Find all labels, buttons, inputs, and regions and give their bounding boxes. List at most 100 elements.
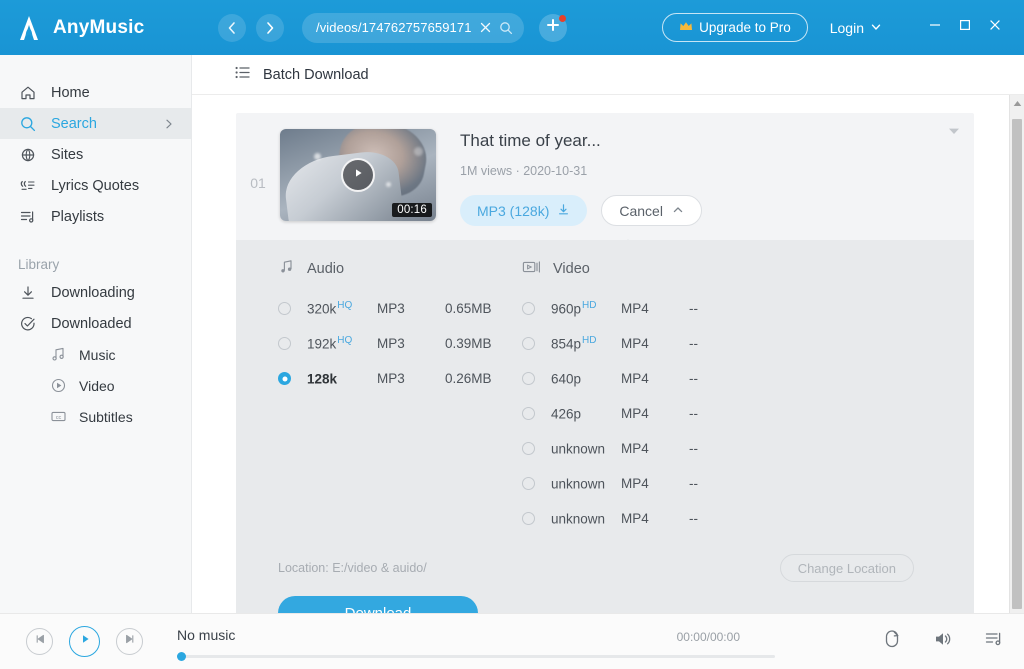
login-menu[interactable]: Login — [830, 20, 882, 36]
brand: AnyMusic — [0, 13, 196, 43]
format-options-panel: Audio 320kHQ MP3 0.65MB 192kHQ MP3 0.39M… — [236, 240, 974, 613]
audio-option-size: 0.39MB — [445, 336, 492, 351]
queue-button[interactable] — [982, 630, 1006, 654]
collapse-card-button[interactable] — [948, 127, 960, 139]
plus-icon — [545, 17, 561, 38]
download-icon — [557, 203, 570, 219]
url-bar[interactable]: /videos/174762757659171 — [302, 12, 524, 43]
video-option-radio[interactable] — [522, 407, 535, 420]
audio-option-row[interactable]: 192kHQ MP3 0.39MB — [278, 326, 522, 361]
video-option-row[interactable]: unknown MP4 -- — [522, 466, 974, 501]
video-option-row[interactable]: 854pHD MP4 -- — [522, 326, 974, 361]
sidebar-item-music[interactable]: Music — [0, 339, 191, 370]
music-note-icon — [50, 346, 67, 363]
upgrade-to-pro-button[interactable]: Upgrade to Pro — [662, 13, 808, 42]
clear-url-icon[interactable] — [479, 21, 492, 34]
sidebar-item-label: Downloaded — [51, 315, 132, 332]
brand-name: AnyMusic — [53, 16, 145, 38]
video-option-format: MP4 — [621, 406, 649, 421]
location-row: Location: E:/video & auido/ Change Locat… — [236, 536, 974, 582]
player-progress-bar[interactable] — [177, 655, 775, 658]
crown-icon — [679, 21, 693, 34]
sidebar-section-library: Library — [18, 256, 60, 272]
vertical-scrollbar[interactable] — [1009, 95, 1024, 613]
video-option-radio[interactable] — [522, 512, 535, 525]
video-option-radio[interactable] — [522, 372, 535, 385]
sidebar-item-label: Sites — [51, 146, 84, 163]
repeat-icon — [882, 629, 902, 654]
cancel-label: Cancel — [619, 202, 663, 219]
main-content: Batch Download 01 00:16 That time of yea… — [192, 55, 1024, 613]
video-option-row[interactable]: 640p MP4 -- — [522, 361, 974, 396]
change-location-button[interactable]: Change Location — [779, 554, 914, 582]
close-button[interactable] — [980, 14, 1010, 42]
sidebar-item-label: Downloading — [51, 284, 135, 301]
video-option-row[interactable]: unknown MP4 -- — [522, 431, 974, 466]
audio-column: Audio 320kHQ MP3 0.65MB 192kHQ MP3 0.39M… — [278, 256, 522, 536]
video-option-radio[interactable] — [522, 477, 535, 490]
notification-dot — [558, 14, 566, 22]
volume-button[interactable] — [931, 630, 955, 654]
url-input[interactable]: /videos/174762757659171 — [316, 20, 472, 35]
audio-option-row[interactable]: 128k MP3 0.26MB — [278, 361, 522, 396]
results-scroll-area: 01 00:16 That time of year... 1M views ·… — [192, 95, 1024, 613]
sidebar: Home Search Sites Lyrics Quotes Playlist… — [0, 55, 192, 613]
video-option-row[interactable]: unknown MP4 -- — [522, 501, 974, 536]
sidebar-item-sites[interactable]: Sites — [0, 139, 191, 170]
audio-option-radio[interactable] — [278, 337, 291, 350]
video-result-card: 01 00:16 That time of year... 1M views ·… — [236, 113, 974, 613]
video-option-size: -- — [689, 336, 698, 351]
batch-download-header[interactable]: Batch Download — [192, 55, 1024, 95]
video-option-radio[interactable] — [522, 442, 535, 455]
sidebar-item-downloaded[interactable]: Downloaded — [0, 308, 191, 339]
sidebar-item-subtitles[interactable]: cc Subtitles — [0, 401, 191, 432]
video-duration: 00:16 — [392, 203, 432, 217]
player-time: 00:00/00:00 — [676, 630, 740, 644]
minimize-button[interactable] — [920, 14, 950, 42]
sidebar-item-playlists[interactable]: Playlists — [0, 201, 191, 232]
forward-button[interactable] — [256, 13, 284, 42]
video-option-row[interactable]: 426p MP4 -- — [522, 396, 974, 431]
repeat-button[interactable] — [880, 630, 904, 654]
play-overlay-button[interactable] — [341, 158, 375, 192]
search-icon[interactable] — [499, 21, 513, 35]
quote-icon — [18, 176, 37, 195]
minimize-icon — [928, 18, 942, 37]
audio-option-format: MP3 — [377, 371, 405, 386]
app-body: Home Search Sites Lyrics Quotes Playlist… — [0, 55, 1024, 613]
video-option-row[interactable]: 960pHD MP4 -- — [522, 291, 974, 326]
scroll-up-button[interactable] — [1010, 95, 1024, 111]
player-progress-handle[interactable] — [177, 652, 186, 661]
audio-option-format: MP3 — [377, 336, 405, 351]
audio-option-format: MP3 — [377, 301, 405, 316]
audio-option-radio[interactable] — [278, 302, 291, 315]
sidebar-item-lyrics-quotes[interactable]: Lyrics Quotes — [0, 170, 191, 201]
previous-button[interactable] — [26, 628, 53, 655]
audio-option-row[interactable]: 320kHQ MP3 0.65MB — [278, 291, 522, 326]
sidebar-item-search[interactable]: Search — [0, 108, 191, 139]
back-button[interactable] — [218, 13, 246, 42]
panel-pointer — [618, 239, 638, 249]
next-button[interactable] — [116, 628, 143, 655]
add-url-button[interactable] — [538, 13, 567, 42]
scrollbar-thumb[interactable] — [1012, 119, 1022, 609]
video-column-label: Video — [553, 261, 590, 277]
play-button[interactable] — [69, 626, 100, 657]
video-option-size: -- — [689, 476, 698, 491]
sidebar-item-video[interactable]: Video — [0, 370, 191, 401]
maximize-icon — [958, 18, 972, 37]
video-option-format: MP4 — [621, 336, 649, 351]
sidebar-item-downloading[interactable]: Downloading — [0, 277, 191, 308]
cancel-button[interactable]: Cancel — [601, 195, 702, 226]
scrollbar-track[interactable] — [1010, 111, 1024, 609]
video-option-radio[interactable] — [522, 302, 535, 315]
download-button[interactable]: Download — [278, 596, 478, 613]
video-option-radio[interactable] — [522, 337, 535, 350]
video-thumbnail[interactable]: 00:16 — [280, 129, 436, 221]
maximize-button[interactable] — [950, 14, 980, 42]
audio-option-radio-selected[interactable] — [278, 372, 291, 385]
sidebar-item-home[interactable]: Home — [0, 77, 191, 108]
format-selected-button[interactable]: MP3 (128k) — [460, 195, 588, 226]
format-columns: Audio 320kHQ MP3 0.65MB 192kHQ MP3 0.39M… — [236, 256, 974, 536]
